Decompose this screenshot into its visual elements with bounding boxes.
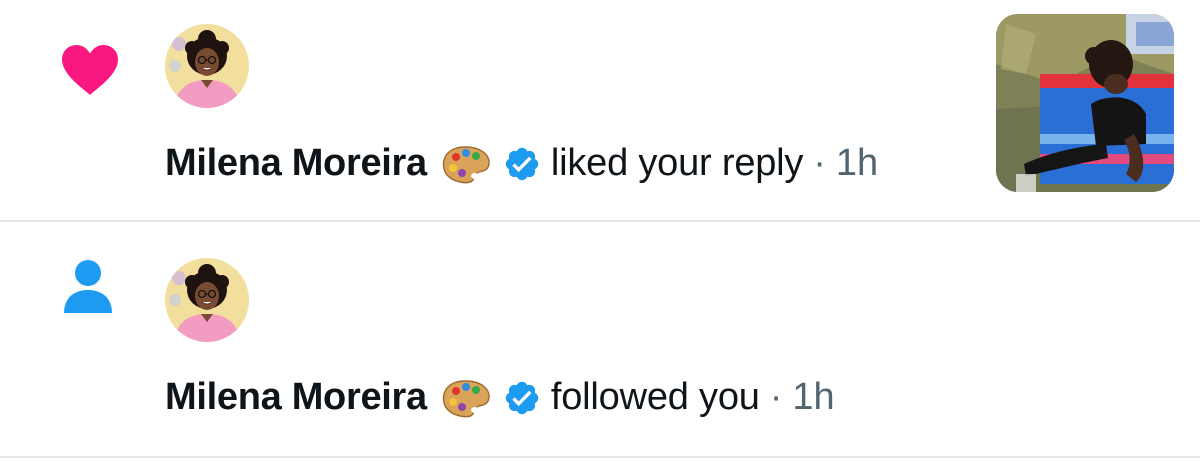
timestamp: 1h [835, 142, 879, 184]
palette-emoji-icon [441, 378, 491, 418]
notification-follow[interactable]: Milena Moreira followed you · 1h [0, 222, 1200, 458]
heart-icon [60, 44, 120, 96]
notification-text: Milena Moreira followed you · 1h [165, 376, 835, 419]
user-name[interactable]: Milena Moreira [165, 142, 427, 185]
person-icon [60, 258, 116, 316]
separator: · [813, 142, 826, 184]
notification-text: Milena Moreira liked your reply · 1h [165, 142, 878, 185]
avatar[interactable] [165, 24, 249, 108]
palette-emoji-icon [441, 144, 491, 184]
user-name[interactable]: Milena Moreira [165, 376, 427, 419]
verified-badge-icon[interactable] [503, 379, 541, 417]
separator: · [769, 376, 783, 418]
notification-like[interactable]: Milena Moreira liked your reply · 1h [0, 0, 1200, 222]
action-text: liked your reply [550, 142, 804, 184]
media-thumbnail[interactable] [996, 14, 1174, 192]
action-text: followed you [550, 376, 760, 418]
timestamp: 1h [792, 376, 835, 418]
verified-badge-icon[interactable] [503, 145, 541, 183]
avatar[interactable] [165, 258, 249, 342]
